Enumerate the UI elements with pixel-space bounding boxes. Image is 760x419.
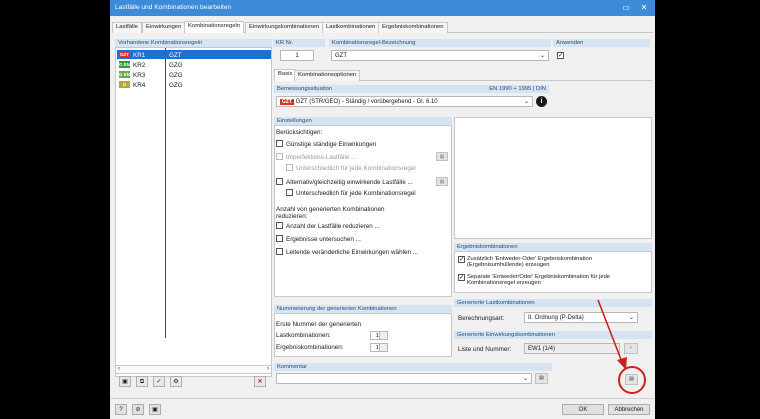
annotation-overlay [597, 299, 646, 394]
annotation-arrow-line [597, 299, 623, 363]
annotation-circle [618, 366, 646, 394]
